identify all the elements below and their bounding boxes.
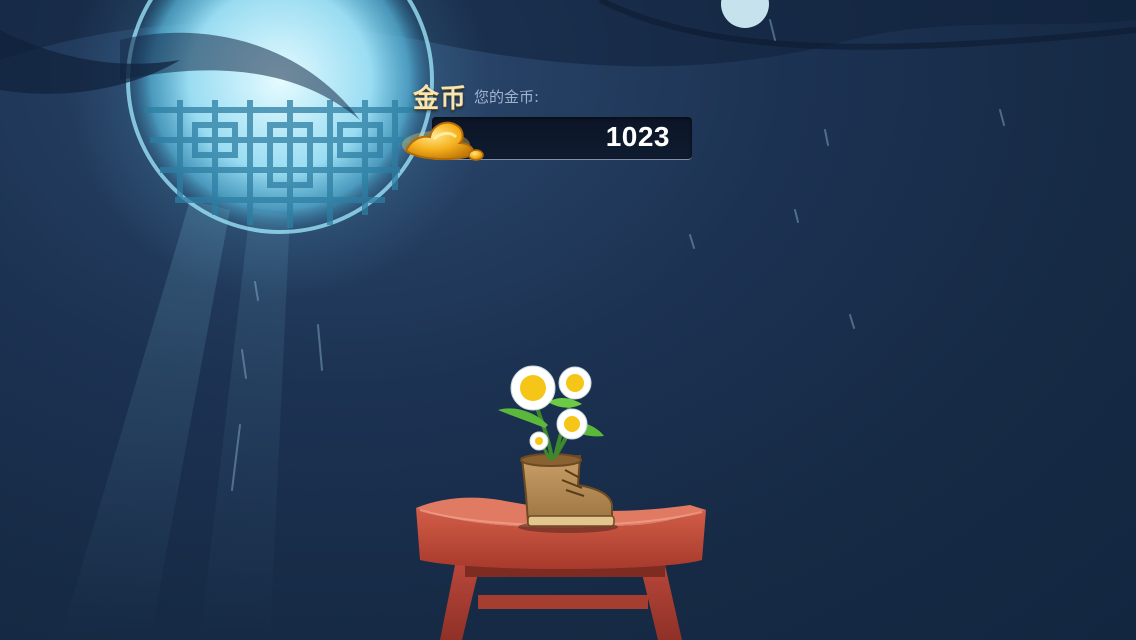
daisy-top-right [558, 366, 592, 400]
coin-balance-value: 1023 [605, 121, 670, 152]
coin-title: 金币 [413, 84, 468, 114]
game-screen: 金币 您的金币: 1023 [0, 0, 1136, 640]
gold-ingot-icon [402, 121, 484, 161]
scene-background [0, 0, 1136, 640]
daisy-mid [556, 408, 588, 440]
coin-subtitle: 您的金币: [474, 88, 540, 106]
daisy-large [510, 365, 556, 411]
daisy-small [529, 431, 549, 451]
